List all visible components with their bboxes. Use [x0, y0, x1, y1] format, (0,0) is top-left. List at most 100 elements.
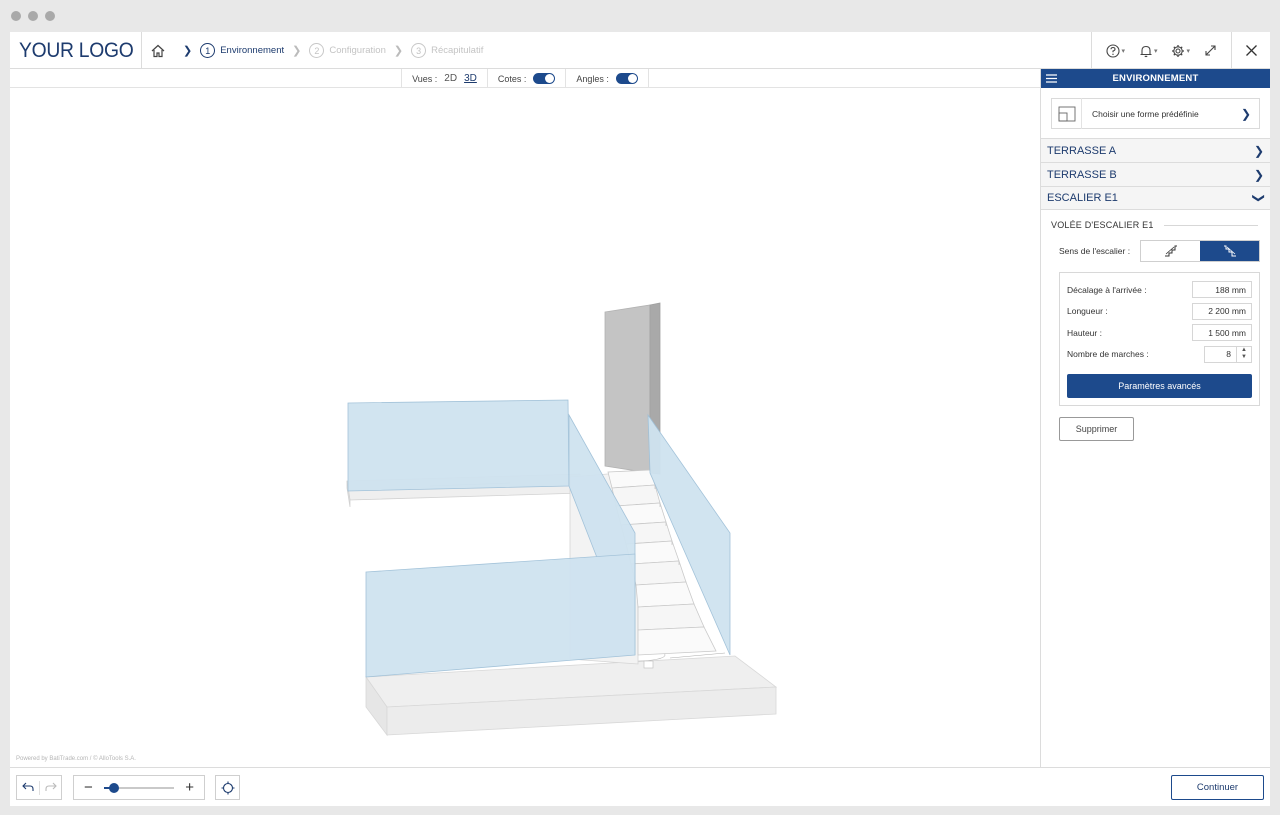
divider [1163, 224, 1258, 226]
redo-button[interactable] [39, 780, 61, 795]
header-actions: ▾ ▾ ▾ [1091, 32, 1270, 69]
window-dot [28, 11, 38, 21]
undo-button[interactable] [17, 781, 39, 795]
shape-icon [1052, 98, 1082, 129]
continue-button[interactable]: Continuer [1171, 775, 1264, 800]
zoom-out-button[interactable]: − [84, 779, 93, 796]
help-menu[interactable]: ▾ [1106, 43, 1125, 58]
breadcrumb-step-configuration[interactable]: 2 Configuration [309, 43, 386, 58]
panel-title: ENVIRONNEMENT [1112, 73, 1199, 84]
fullscreen-button[interactable] [1204, 44, 1217, 57]
undo-icon [22, 782, 34, 791]
dimensions-toggle[interactable] [533, 73, 556, 84]
views-label: Vues : [412, 73, 438, 84]
delete-button[interactable]: Supprimer [1059, 417, 1134, 441]
stair-params-box: Décalage à l'arrivée : 188 mm Longueur :… [1059, 272, 1260, 406]
section-list: TERRASSE A ❯ TERRASSE B ❯ ESCALIER E1 ❯ [1041, 138, 1270, 210]
app-window: YOUR LOGO ❯ 1 Environnement ❯ 2 Configur… [10, 32, 1270, 806]
recenter-button[interactable] [215, 775, 240, 800]
stairs-up-icon [1164, 245, 1177, 257]
staircase-3d-scene [346, 302, 778, 737]
param-row-hauteur: Hauteur : 1 500 mm [1067, 322, 1252, 344]
window-controls [11, 11, 55, 21]
marches-input[interactable]: 8 [1204, 345, 1237, 363]
section-label: ESCALIER E1 [1047, 192, 1118, 204]
stairs-down-icon [1223, 245, 1236, 257]
longueur-input[interactable]: 2 200 mm [1192, 302, 1252, 320]
preset-shape-button[interactable]: Choisir une forme prédéfinie ❯ [1051, 98, 1260, 129]
chevron-down-icon[interactable]: ▼ [1241, 354, 1247, 361]
settings-menu[interactable]: ▾ [1171, 44, 1190, 58]
flight-title-text: VOLÉE D'ESCALIER E1 [1051, 220, 1154, 230]
zoom-control: − + [73, 775, 205, 800]
hauteur-input[interactable]: 1 500 mm [1192, 324, 1252, 342]
param-row-marches: Nombre de marches : 8 ▲ ▼ [1067, 344, 1252, 366]
crosshair-icon [221, 781, 234, 794]
bell-icon [1140, 45, 1152, 57]
chevron-right-icon: ❯ [183, 45, 193, 57]
stair-direction-row: Sens de l'escalier : [1059, 240, 1260, 262]
step-label: Récapitulatif [431, 45, 484, 56]
view-2d-button[interactable]: 2D [444, 73, 457, 84]
breadcrumb-step-recapitulatif[interactable]: 3 Récapitulatif [411, 43, 483, 58]
param-label: Nombre de marches : [1067, 349, 1149, 360]
chevron-right-icon: ❯ [1240, 106, 1251, 121]
view-toolbar: Vues : 2D 3D Cotes : Angles : [10, 69, 1040, 88]
advanced-params-button[interactable]: Paramètres avancés [1067, 374, 1252, 398]
flight-title: VOLÉE D'ESCALIER E1 [1051, 220, 1258, 230]
step-number: 1 [200, 43, 216, 58]
step-number: 3 [411, 43, 427, 58]
breadcrumb-step-environnement[interactable]: 1 Environnement [200, 43, 284, 58]
logo[interactable]: YOUR LOGO [10, 32, 142, 69]
decalage-input[interactable]: 188 mm [1192, 281, 1252, 299]
view-3d-button[interactable]: 3D [464, 73, 477, 84]
zoom-slider-handle[interactable] [108, 782, 119, 793]
param-label: Décalage à l'arrivée : [1067, 284, 1147, 295]
preset-shape-label: Choisir une forme prédéfinie [1092, 108, 1199, 119]
chevron-up-icon[interactable]: ▲ [1241, 347, 1247, 354]
step-label: Configuration [329, 45, 386, 56]
close-button[interactable] [1232, 32, 1270, 69]
param-row-decalage: Décalage à l'arrivée : 188 mm [1067, 279, 1252, 301]
marches-stepper: 8 ▲ ▼ [1204, 345, 1252, 363]
stair-direction-left-button[interactable] [1141, 241, 1200, 261]
angles-toggle[interactable] [615, 73, 638, 84]
angles-group: Angles : [566, 69, 649, 88]
undo-redo-group [16, 775, 62, 800]
chevron-right-icon: ❯ [393, 45, 404, 57]
section-label: TERRASSE B [1047, 168, 1117, 181]
help-icon [1106, 43, 1121, 58]
header-tools: ▾ ▾ ▾ [1091, 32, 1232, 69]
section-label: TERRASSE A [1047, 144, 1117, 157]
section-terrasse-b[interactable]: TERRASSE B ❯ [1041, 162, 1270, 186]
section-escalier-e1[interactable]: ESCALIER E1 ❯ [1041, 186, 1270, 210]
window-dot [45, 11, 55, 21]
logo-text: YOUR LOGO [19, 38, 134, 62]
chevron-right-icon: ❯ [1253, 167, 1264, 182]
param-label: Longueur : [1067, 306, 1108, 317]
zoom-slider[interactable] [104, 782, 174, 793]
param-label: Hauteur : [1067, 327, 1102, 338]
home-icon[interactable] [150, 43, 166, 59]
dimensions-group: Cotes : [488, 69, 567, 88]
app-header: YOUR LOGO ❯ 1 Environnement ❯ 2 Configur… [10, 32, 1270, 69]
stair-direction-right-button[interactable] [1200, 241, 1259, 261]
redo-icon [44, 782, 57, 791]
section-terrasse-a[interactable]: TERRASSE A ❯ [1041, 138, 1270, 162]
notifications-menu[interactable]: ▾ [1139, 44, 1158, 58]
3d-viewport[interactable]: Powered by BatiTrade.com / © AlloTools S… [10, 89, 1040, 767]
window-dot [11, 11, 21, 21]
breadcrumb: ❯ 1 Environnement ❯ 2 Configuration ❯ 3 … [150, 32, 483, 69]
hamburger-icon[interactable] [1046, 74, 1057, 83]
step-number: 2 [309, 43, 325, 58]
stair-direction-toggle [1140, 240, 1260, 262]
environment-panel: ENVIRONNEMENT Choisir une forme prédéfin… [1040, 69, 1270, 767]
stepper-arrows[interactable]: ▲ ▼ [1237, 345, 1252, 363]
views-group: Vues : 2D 3D [401, 69, 488, 88]
chevron-down-icon: ▾ [1186, 47, 1190, 55]
zoom-in-button[interactable]: + [185, 779, 194, 796]
step-label: Environnement [220, 45, 285, 56]
stair-direction-label: Sens de l'escalier : [1059, 246, 1131, 256]
chevron-right-icon: ❯ [1253, 143, 1264, 158]
chevron-down-icon: ▾ [1153, 47, 1158, 55]
